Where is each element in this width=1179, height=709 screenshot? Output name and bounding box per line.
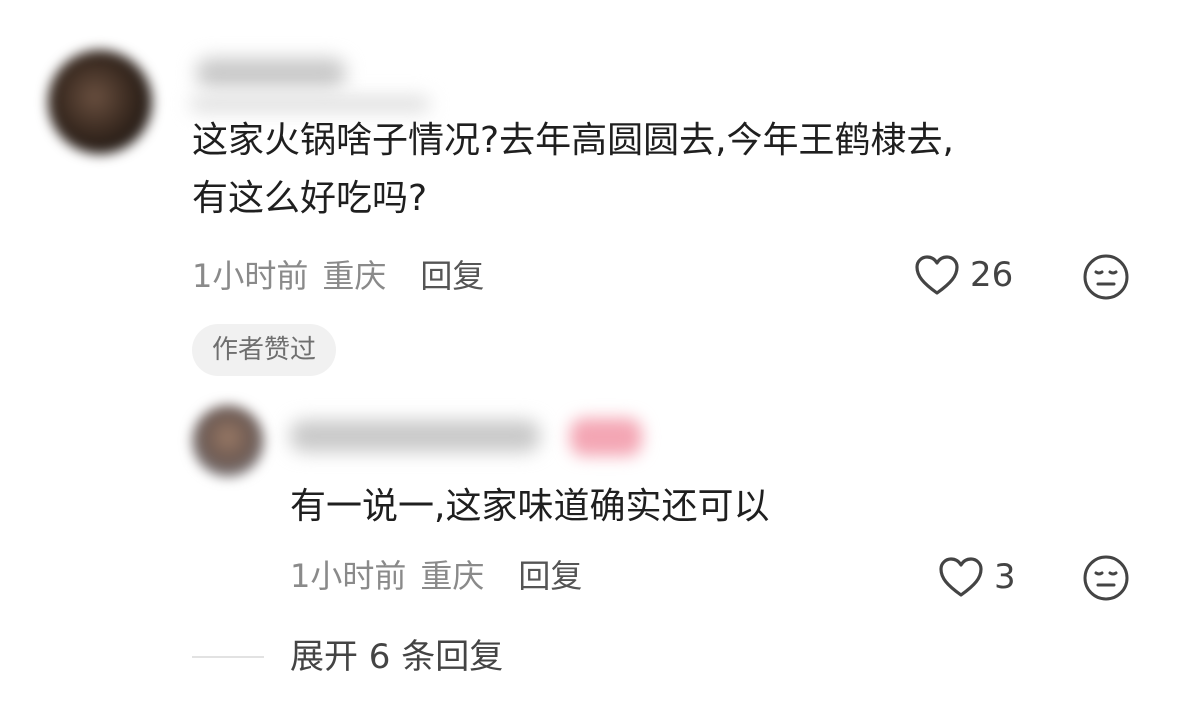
replier-avatar[interactable] [192, 405, 264, 477]
reply-like-button[interactable]: 3 [938, 556, 1016, 598]
commenter-name-blurred[interactable] [196, 58, 346, 88]
expand-replies-button[interactable]: 展开 6 条回复 [290, 636, 503, 678]
comment-dislike-button[interactable] [1082, 253, 1130, 305]
reply-reply-button[interactable]: 回复 [518, 556, 582, 596]
reply-time: 1小时前 [290, 557, 407, 595]
comment-like-count: 26 [970, 255, 1014, 295]
reply-text: 有一说一,这家味道确实还可以 [290, 486, 770, 527]
expand-divider [192, 656, 264, 658]
heart-outline-icon [915, 255, 959, 295]
replier-name-blurred[interactable] [290, 420, 540, 452]
replier-badge-blurred [570, 418, 642, 456]
author-liked-tag: 作者赞过 [192, 324, 337, 376]
heart-outline-icon [939, 557, 983, 597]
reply-dislike-button[interactable] [1082, 554, 1130, 606]
reply-like-count: 3 [994, 557, 1016, 597]
commenter-name-blurred-trail [190, 96, 430, 112]
comment-reply-button[interactable]: 回复 [420, 256, 484, 296]
commenter-avatar[interactable] [48, 50, 152, 154]
meh-face-icon [1083, 555, 1129, 601]
reply-location: 重庆 [420, 557, 485, 595]
comment-like-button[interactable]: 26 [914, 254, 1013, 296]
comment-meta: 1小时前 重庆 回复 [192, 256, 484, 296]
meh-face-icon [1083, 254, 1129, 300]
comment-time: 1小时前 [192, 257, 309, 295]
reply-meta: 1小时前 重庆 回复 [290, 556, 582, 596]
comment-text: 这家火锅啥子情况?去年高圆圆去,今年王鹤棣去, 有这么好吃吗? [192, 120, 954, 219]
comment-location: 重庆 [322, 257, 387, 295]
